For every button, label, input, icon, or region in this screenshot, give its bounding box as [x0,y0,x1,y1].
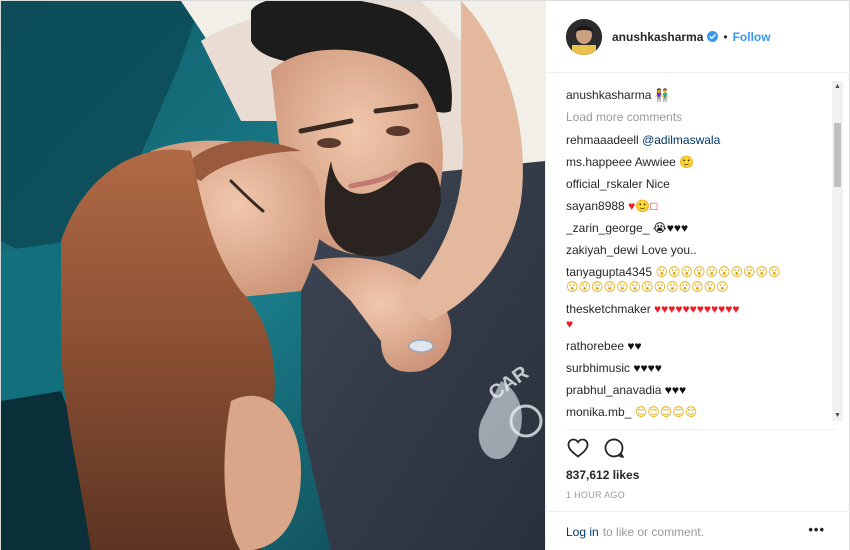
instagram-post: CAR anushkasharma • Follow anushkasharma… [0,0,850,550]
caption-text: 👫 [654,88,670,102]
comment-text: 😭♥♥♥ [652,221,689,235]
heart-outline-icon[interactable] [566,436,590,460]
comment-item: tanyagupta4345 😮😮😮😮😮😮😮😮😮😮 [566,264,816,280]
comment-username[interactable]: sayan8988 [566,199,625,213]
comment-item: _zarin_george_ 😭♥♥♥ [566,220,816,236]
comment-username[interactable]: monika.mb_ [566,405,631,419]
scroll-up-arrow-icon[interactable]: ▲ [832,81,843,92]
comment-text: ♥ [566,317,574,331]
comment-item: rehmaaadeell @adilmaswala [566,132,816,148]
comment-text: Love you.. [641,243,697,257]
comment-username[interactable]: zakiyah_dewi [566,243,638,257]
comment-username[interactable]: surbhimusic [566,361,630,375]
comment-item: thesketchmaker ♥♥♥♥♥♥♥♥♥♥♥♥ [566,301,816,317]
comment-item: monika.mb_ 😊😊😊😊😊 [566,404,816,420]
comment-text: 😮😮😮😮😮😮😮😮😮😮😮😮😮 [566,280,729,294]
post-header: anushkasharma • Follow [546,1,850,73]
comment-item-continued: 😮😮😮😮😮😮😮😮😮😮😮😮😮 [566,279,816,295]
comment-text: 😊😊😊😊😊 [634,405,698,419]
comment-item-continued: ♥ [566,316,816,332]
comment-text: ♥♥♥ [664,383,687,397]
comment-text: Awwiee 🙂 [634,155,695,169]
comments-list[interactable]: anushkasharma 👫 Load more comments rehma… [566,81,841,421]
comment-mention[interactable]: @adilmaswala [642,133,720,147]
header-username[interactable]: anushkasharma [612,30,703,44]
post-actions: 837,612 likes 1 HOUR AGO [566,429,836,500]
comment-username[interactable]: thesketchmaker [566,302,651,316]
comment-text: ♥♥ [627,339,642,353]
caption: anushkasharma 👫 [566,87,816,103]
likes-count[interactable]: 837,612 likes [566,468,836,482]
comment-item: rathorebee ♥♥ [566,338,816,354]
comment-text: Nice [645,177,670,191]
caption-username[interactable]: anushkasharma [566,88,651,102]
comment-text: ♥🙂□ [628,199,658,213]
comment-username[interactable]: official_rskaler [566,177,642,191]
comment-text: ♥♥♥♥ [633,361,662,375]
login-link[interactable]: Log in [566,525,599,539]
comments-scrollbar[interactable]: ▲ ▼ [832,81,843,421]
comment-username[interactable]: _zarin_george_ [566,221,649,235]
post-timestamp: 1 HOUR AGO [566,490,626,500]
comment-item: zakiyah_dewi Love you.. [566,242,816,258]
login-prompt-text: to like or comment. [602,524,705,539]
comment-bubble-icon[interactable] [602,436,626,460]
comment-text: 😮😮😮😮😮😮😮😮😮😮 [655,265,781,279]
comment-username[interactable]: prabhul_anavadia [566,383,661,397]
comment-item: ms.happeee Awwiee 🙂 [566,154,816,170]
load-more-comments-button[interactable]: Load more comments [566,109,816,125]
couple-photo-illustration: CAR [1,1,545,550]
more-options-icon[interactable]: ••• [808,522,825,537]
post-sidebar: anushkasharma • Follow anushkasharma 👫 L… [545,1,850,550]
comment-item: sayan8988 ♥🙂□ [566,198,816,214]
comment-item: official_rskaler Nice [566,176,816,192]
comment-text: ♥♥♥♥♥♥♥♥♥♥♥♥ [654,302,740,316]
comment-item: prabhul_anavadia ♥♥♥ [566,382,816,398]
comment-username[interactable]: rehmaaadeell [566,133,639,147]
header-separator: • [723,29,728,44]
verified-badge-icon [707,31,719,42]
follow-button[interactable]: Follow [733,30,771,44]
post-photo[interactable]: CAR [1,1,545,550]
comment-username[interactable]: rathorebee [566,339,624,353]
comment-username[interactable]: tanyagupta4345 [566,265,652,279]
post-footer: Log in to like or comment. [546,511,850,550]
scroll-down-arrow-icon[interactable]: ▼ [832,410,843,421]
comment-item: surbhimusic ♥♥♥♥ [566,360,816,376]
avatar[interactable] [566,18,602,55]
comment-username[interactable]: ms.happeee [566,155,632,169]
scrollbar-thumb[interactable] [834,123,841,187]
